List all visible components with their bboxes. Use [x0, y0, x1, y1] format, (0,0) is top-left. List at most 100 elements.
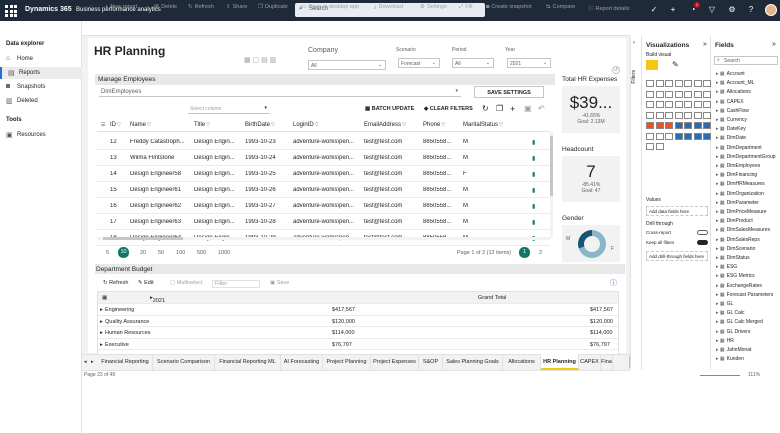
- visual-type-icon[interactable]: [693, 80, 702, 87]
- tab-s-op[interactable]: S&OP: [419, 354, 443, 370]
- visual-type-icon[interactable]: [646, 111, 654, 119]
- fields-search-input[interactable]: ⌕ Search: [714, 56, 778, 65]
- field-table-item[interactable]: ▸ ▦ JahnMonat: [716, 347, 751, 353]
- page-size-1000[interactable]: 1000: [218, 250, 230, 256]
- table-row[interactable]: 17 Design Engineer63 Design Engin... 1993-1…: [97, 214, 550, 230]
- save-icon[interactable]: ▣: [524, 104, 532, 113]
- tab-capex[interactable]: CAPEX: [579, 354, 601, 370]
- column-header-birthdate[interactable]: BirthDate▽: [245, 122, 275, 128]
- tab-financial-reporting-ml[interactable]: Financial Reporting ML: [215, 354, 281, 370]
- share-button[interactable]: ⇪ Share: [226, 4, 247, 10]
- delete-row-icon[interactable]: ▮: [532, 187, 535, 194]
- nav-item-deleted[interactable]: ▥ Deleted: [0, 95, 82, 107]
- column-header-title[interactable]: Title▽: [194, 122, 210, 128]
- visual-type-icon[interactable]: [665, 111, 673, 119]
- budget-value-2021[interactable]: $417,567: [332, 307, 355, 313]
- field-table-item[interactable]: ▸ ▦ DimHRMeasures: [716, 181, 765, 187]
- reset-icon[interactable]: ↺: [612, 66, 620, 74]
- budget-edit-button[interactable]: ✎ Edit: [138, 280, 154, 286]
- field-table-item[interactable]: ▸ ▦ CAPEX: [716, 99, 744, 105]
- visual-type-icon[interactable]: [674, 122, 683, 129]
- clear-filters-button[interactable]: ◆ CLEAR FILTERS: [424, 106, 473, 112]
- field-table-item[interactable]: ▸ ▦ DimProduct: [716, 218, 753, 224]
- download-button[interactable]: ⤓ Download: [374, 4, 403, 11]
- visual-type-icon[interactable]: [703, 132, 711, 140]
- tab-scenario-comparison[interactable]: Scenario Comparison: [153, 354, 215, 370]
- delete-row-icon[interactable]: ▮: [532, 171, 535, 178]
- table-row[interactable]: 13 Wilma Flintstone Design Engin... 1993-10…: [97, 150, 550, 166]
- expand-icon[interactable]: ‹: [633, 40, 635, 46]
- filter-period-dropdown[interactable]: All ⌄: [452, 58, 494, 68]
- field-table-item[interactable]: ▸ ▦ DimParameter: [716, 200, 759, 206]
- collapse-icon[interactable]: »: [703, 41, 707, 48]
- table-row[interactable]: 15 Design Engineer61 Design Engin... 1993-1…: [97, 182, 550, 198]
- column-header-loginid[interactable]: LoginID▽: [293, 122, 319, 128]
- page-size-500[interactable]: 500: [197, 250, 206, 256]
- budget-refresh-button[interactable]: ↻ Refresh: [103, 280, 128, 286]
- delete-row-icon[interactable]: ▮: [532, 219, 535, 226]
- visual-type-icon[interactable]: [674, 90, 683, 98]
- add-icon[interactable]: +: [667, 5, 679, 14]
- visual-type-icon[interactable]: [646, 122, 654, 129]
- filter-company-dropdown[interactable]: All ⌄: [308, 60, 386, 70]
- visual-type-icon[interactable]: [655, 122, 664, 129]
- visual-type-icon[interactable]: [646, 143, 654, 150]
- field-table-item[interactable]: ▸ ▦ DimOrganization: [716, 191, 764, 197]
- visual-type-icon[interactable]: [693, 122, 702, 129]
- app-launcher-icon[interactable]: [3, 3, 18, 18]
- gender-donut[interactable]: [578, 230, 606, 258]
- field-table-item[interactable]: ▸ ▦ DimSalesMeasures: [716, 227, 770, 233]
- visual-type-icon[interactable]: [684, 132, 692, 140]
- visual-type-icon[interactable]: [655, 80, 664, 87]
- avatar[interactable]: [765, 4, 777, 16]
- field-table-item[interactable]: ▸ ▦ DimDate: [716, 135, 746, 141]
- report-details-button[interactable]: ⓘ Report details: [588, 4, 629, 12]
- visual-type-icon[interactable]: [684, 122, 692, 129]
- filter-year-dropdown[interactable]: 2021 ⌄: [507, 58, 551, 68]
- field-table-item[interactable]: ▸ ▦ GL Drivers: [716, 329, 750, 335]
- undo-icon[interactable]: ↶: [538, 104, 545, 113]
- visual-type-icon[interactable]: [674, 111, 683, 119]
- visual-type-icon[interactable]: [693, 132, 702, 140]
- copy-icon[interactable]: ❐: [496, 104, 503, 113]
- field-table-item[interactable]: ▸ ▦ DimSalesReps: [716, 237, 760, 243]
- back-arrow-icon[interactable]: ←: [88, 2, 95, 9]
- page-button-2[interactable]: 2: [539, 250, 542, 256]
- add-row-icon[interactable]: +: [510, 104, 515, 114]
- table-select-dropdown[interactable]: DimEmployees ▾: [99, 87, 461, 97]
- lightbulb-icon[interactable]: ✓: [648, 5, 660, 14]
- create-snapshot-button[interactable]: ◙ Create snapshot: [486, 4, 532, 10]
- field-table-item[interactable]: ▸ ▦ DimEmployees: [716, 163, 760, 169]
- visual-type-icon[interactable]: [703, 111, 711, 119]
- table-row[interactable]: 16 Design Engineer62 Design Engin... 1993-1…: [97, 198, 550, 214]
- field-table-item[interactable]: ▸ ▦ DimFinancing: [716, 172, 757, 178]
- visual-type-icon[interactable]: [684, 90, 692, 98]
- field-table-item[interactable]: ▸ ▦ Account_ML: [716, 80, 754, 86]
- visual-type-icon[interactable]: [665, 101, 673, 108]
- refresh-icon[interactable]: ↻: [482, 104, 489, 113]
- tab-allocations[interactable]: Allocations: [503, 354, 541, 370]
- table-row[interactable]: 12 Freddy Catastroph... Design Engin... 199…: [97, 134, 550, 150]
- tab-sales-planning-goals[interactable]: Sales Planning Goals: [443, 354, 503, 370]
- visual-type-icon[interactable]: [693, 90, 702, 98]
- filter-scenario-dropdown[interactable]: Forecast ⌄: [398, 58, 440, 68]
- visual-type-icon[interactable]: [646, 80, 654, 87]
- column-header-email[interactable]: EmailAddress▽: [364, 122, 406, 128]
- visual-type-icon[interactable]: [703, 90, 711, 98]
- field-table-item[interactable]: ▸ ▦ Forecast Parameters: [716, 292, 773, 298]
- nav-item-resources[interactable]: ▣ Resources: [0, 129, 82, 141]
- field-table-item[interactable]: ▸ ▦ DimDepartment: [716, 145, 762, 151]
- tab-project-expenses[interactable]: Project Expenses: [371, 354, 419, 370]
- delete-row-icon[interactable]: ▮: [532, 139, 535, 146]
- field-table-item[interactable]: ▸ ▦ Kunden: [716, 356, 744, 362]
- expand-icon[interactable]: ▸: [100, 307, 103, 313]
- column-header-id[interactable]: ID▽: [110, 122, 121, 128]
- tab-project-planning[interactable]: Project Planning: [323, 354, 371, 370]
- field-table-item[interactable]: ▸ ▦ GL: [716, 301, 733, 307]
- visual-type-icon[interactable]: [646, 101, 654, 108]
- column-header-name[interactable]: Name▽: [130, 122, 151, 128]
- visual-type-icon[interactable]: [665, 132, 673, 140]
- save-settings-button[interactable]: SAVE SETTINGS: [474, 86, 544, 98]
- tab-fina[interactable]: Fina: [601, 354, 613, 370]
- gear-icon[interactable]: ⚙: [726, 5, 738, 14]
